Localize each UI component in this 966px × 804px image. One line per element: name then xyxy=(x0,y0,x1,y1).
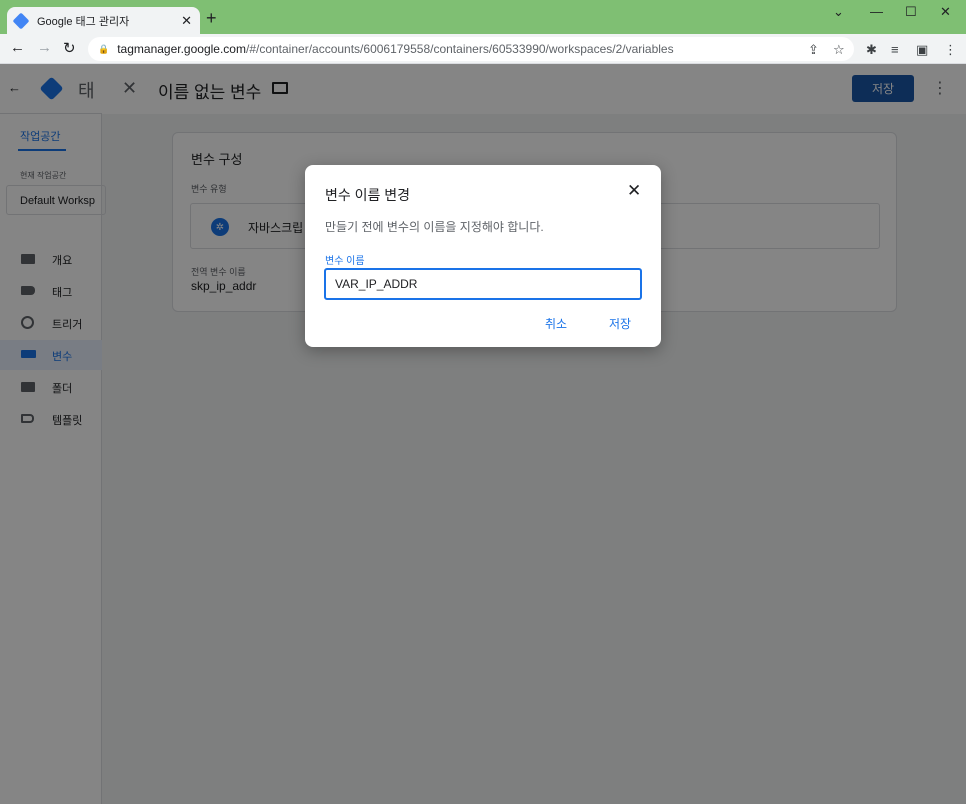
forward-icon[interactable]: → xyxy=(37,39,52,56)
close-tab-icon[interactable]: ✕ xyxy=(181,13,192,29)
new-tab-icon[interactable]: + xyxy=(206,8,217,29)
url-path: /#/container/accounts/6006179558/contain… xyxy=(245,42,674,56)
dialog-save-button[interactable]: 저장 xyxy=(609,315,631,332)
maximize-icon[interactable]: ☐ xyxy=(905,4,917,20)
browser-window: Google 태그 관리자 ✕ + ⌄ — ☐ ✕ ← → ↻ 🔒 tagman… xyxy=(0,0,966,804)
close-icon[interactable]: ✕ xyxy=(627,181,641,201)
tab-search-icon[interactable]: ⌄ xyxy=(833,4,844,20)
reload-icon[interactable]: ↻ xyxy=(63,39,76,57)
toolbar: ← → ↻ 🔒 tagmanager.google.com /#/contain… xyxy=(0,34,966,64)
tab-title: Google 태그 관리자 xyxy=(37,16,130,28)
profile-icon[interactable]: ▣ xyxy=(916,42,928,58)
reading-list-icon[interactable]: ≡ xyxy=(891,42,899,57)
dialog-description: 만들기 전에 변수의 이름을 지정해야 합니다. xyxy=(325,220,544,234)
lock-icon: 🔒 xyxy=(98,43,110,54)
gtm-favicon-icon xyxy=(12,12,30,30)
dialog-title: 변수 이름 변경 xyxy=(325,187,411,203)
bookmark-star-icon[interactable]: ☆ xyxy=(833,42,845,58)
cancel-button[interactable]: 취소 xyxy=(545,315,567,332)
url-host: tagmanager.google.com xyxy=(117,42,246,56)
extensions-icon[interactable]: ✱ xyxy=(866,42,877,58)
back-icon[interactable]: ← xyxy=(10,39,25,56)
close-window-icon[interactable]: ✕ xyxy=(940,4,951,20)
variable-name-input[interactable] xyxy=(324,268,642,300)
address-bar[interactable]: 🔒 tagmanager.google.com /#/container/acc… xyxy=(88,37,854,61)
share-icon[interactable]: ⇪ xyxy=(808,42,819,58)
rename-variable-dialog: 변수 이름 변경 ✕ 만들기 전에 변수의 이름을 지정해야 합니다. 변수 이… xyxy=(305,165,661,347)
minimize-icon[interactable]: — xyxy=(870,4,883,19)
tab-bar: Google 태그 관리자 ✕ + ⌄ — ☐ ✕ xyxy=(0,0,966,35)
browser-menu-icon[interactable]: ⋮ xyxy=(944,42,957,58)
browser-tab[interactable]: Google 태그 관리자 ✕ xyxy=(7,7,200,35)
variable-name-label: 변수 이름 xyxy=(325,256,365,267)
